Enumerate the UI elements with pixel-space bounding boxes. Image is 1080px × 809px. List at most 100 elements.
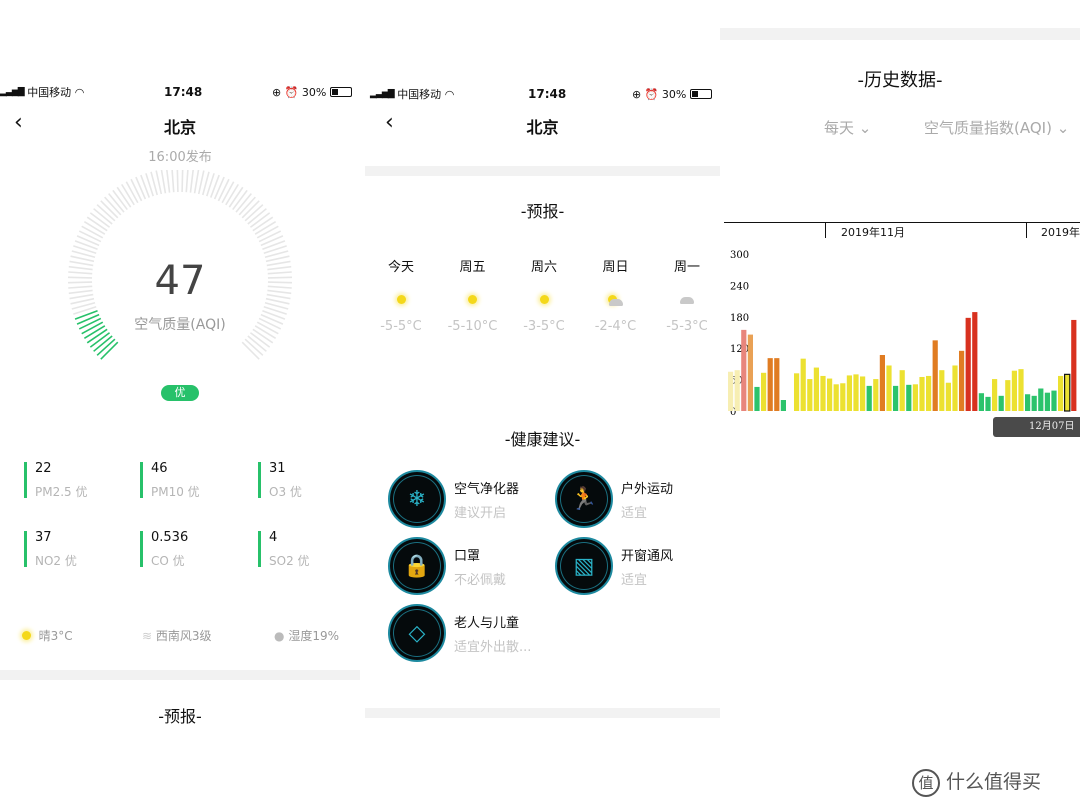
- aqi-bar[interactable]: [912, 384, 918, 411]
- gauge-tick: [125, 181, 139, 204]
- weather-now: 晴3°C: [22, 627, 73, 644]
- aqi-bar[interactable]: [833, 384, 839, 411]
- advice-title: 老人与儿童: [454, 615, 520, 631]
- pollutant-item: 37 NO2 优: [24, 531, 124, 568]
- month-tick: [825, 222, 826, 238]
- day-label: 周一: [673, 260, 700, 275]
- aqi-bar[interactable]: [860, 376, 866, 411]
- aqi-bar[interactable]: [1005, 380, 1011, 411]
- aqi-bar[interactable]: [899, 370, 905, 411]
- aqi-bar[interactable]: [919, 376, 925, 411]
- period-select[interactable]: 每天 ⌄: [824, 117, 871, 138]
- aqi-bar[interactable]: [866, 385, 872, 411]
- lock-rotation-icon: ⊕: [632, 87, 642, 101]
- aqi-bar[interactable]: [780, 400, 786, 411]
- advice-item: ▧ 开窗通风 适宜: [555, 537, 673, 595]
- aqi-bar[interactable]: [985, 396, 991, 411]
- gauge-tick: [260, 235, 284, 247]
- gauge-tick: [221, 181, 235, 204]
- forecast-heading: -预报-: [520, 202, 565, 221]
- aqi-bar[interactable]: [853, 374, 859, 411]
- advice-item: ❄ 空气净化器 建议开启: [388, 470, 519, 528]
- aqi-bar[interactable]: [754, 386, 760, 411]
- aqi-bar[interactable]: [906, 384, 912, 411]
- clock: 17:48: [164, 85, 203, 99]
- y-tick-label: 180: [730, 313, 749, 324]
- divider: [365, 708, 720, 718]
- aqi-bar[interactable]: [932, 340, 938, 411]
- aqi-bar[interactable]: [820, 375, 826, 411]
- aqi-bar[interactable]: [1031, 395, 1037, 411]
- forecast-day: 周六 -3-5°C: [514, 256, 574, 334]
- aqi-bar[interactable]: [959, 350, 965, 411]
- aqi-bar[interactable]: [807, 379, 813, 411]
- aqi-bar[interactable]: [827, 378, 833, 411]
- aqi-bar[interactable]: [1058, 375, 1064, 411]
- aqi-bar[interactable]: [926, 375, 932, 411]
- temp-range: -3-5°C: [523, 319, 565, 334]
- alarm-icon: ⏰: [284, 85, 299, 99]
- aqi-bar[interactable]: [939, 370, 945, 411]
- wifi-icon: ◠: [444, 87, 455, 101]
- aqi-history-chart[interactable]: 060120180240300: [720, 240, 1080, 440]
- aqi-bar[interactable]: [945, 382, 951, 411]
- watermark-text: 什么值得买: [946, 771, 1042, 793]
- wind-text: 西南风3级: [155, 629, 212, 643]
- carrier: 中国移动: [27, 86, 72, 99]
- pollutant-item: 46 PM10 优: [140, 462, 240, 499]
- aqi-bar[interactable]: [741, 329, 747, 411]
- publish-time: 16:00发布: [148, 150, 212, 165]
- metric-select[interactable]: 空气质量指数(AQI) ⌄: [924, 117, 1069, 138]
- aqi-bar[interactable]: [1025, 394, 1031, 411]
- aqi-bar[interactable]: [972, 312, 978, 411]
- aqi-bar[interactable]: [879, 355, 885, 411]
- forecast-day: 周五 -5-10°C: [443, 256, 503, 334]
- aqi-bar[interactable]: [728, 371, 734, 411]
- chevron-down-icon: ⌄: [858, 119, 872, 137]
- aqi-bar[interactable]: [767, 358, 773, 411]
- y-tick-label: 300: [730, 250, 749, 261]
- humidity-info: ● 湿度19%: [274, 627, 339, 644]
- aqi-level-badge: 优: [161, 385, 199, 401]
- gauge-tick: [171, 170, 175, 193]
- aqi-bar[interactable]: [952, 365, 958, 411]
- aqi-bar[interactable]: [965, 317, 971, 411]
- aqi-bar[interactable]: [886, 365, 892, 411]
- pollutant-item: 31 O3 优: [258, 462, 358, 499]
- day-label: 今天: [387, 260, 414, 275]
- aqi-bar[interactable]: [1018, 369, 1024, 411]
- month-tick: [1026, 222, 1027, 238]
- aqi-bar[interactable]: [1064, 373, 1071, 412]
- aqi-bar[interactable]: [1011, 370, 1017, 411]
- aqi-bar[interactable]: [873, 379, 879, 411]
- aqi-bar[interactable]: [774, 358, 780, 411]
- aqi-bar[interactable]: [846, 375, 852, 411]
- aqi-bar[interactable]: [734, 370, 740, 411]
- aqi-bar[interactable]: [1038, 388, 1044, 411]
- aqi-bar[interactable]: [1051, 390, 1057, 411]
- aqi-bar[interactable]: [893, 385, 899, 411]
- aqi-bar[interactable]: [1071, 319, 1077, 411]
- aqi-screen: ▂▃▅▇ 中国移动 ◠ 17:48 ⊕ ⏰ 30% ‹ 北京 16:00发布 4…: [0, 0, 360, 809]
- clock: 17:48: [528, 87, 567, 101]
- month-label: 2019年11月: [841, 226, 905, 239]
- aqi-bar[interactable]: [813, 367, 819, 411]
- aqi-bar[interactable]: [998, 395, 1004, 411]
- advice-item: 🔒 口罩 不必佩戴: [388, 537, 506, 595]
- aqi-bar[interactable]: [794, 373, 800, 411]
- aqi-bar[interactable]: [1044, 392, 1050, 411]
- gauge-tick: [160, 170, 167, 194]
- divider: [720, 28, 1080, 40]
- forecast-screen: ▂▃▅▇ 中国移动 ◠ 17:48 ⊕ ⏰ 30% ‹ 北京 -预报- 今天 -5…: [365, 0, 720, 809]
- aqi-bar[interactable]: [800, 358, 806, 411]
- advice-desc: 适宜: [621, 572, 648, 588]
- advice-desc: 不必佩戴: [454, 572, 507, 588]
- aqi-bar[interactable]: [761, 372, 767, 411]
- aqi-bar[interactable]: [978, 393, 984, 411]
- gauge-tick: [189, 170, 194, 193]
- aqi-bar[interactable]: [992, 379, 998, 411]
- history-title: -历史数据-: [857, 70, 943, 91]
- alarm-icon: ⏰: [644, 87, 659, 101]
- aqi-bar[interactable]: [747, 334, 753, 411]
- aqi-bar[interactable]: [840, 383, 846, 411]
